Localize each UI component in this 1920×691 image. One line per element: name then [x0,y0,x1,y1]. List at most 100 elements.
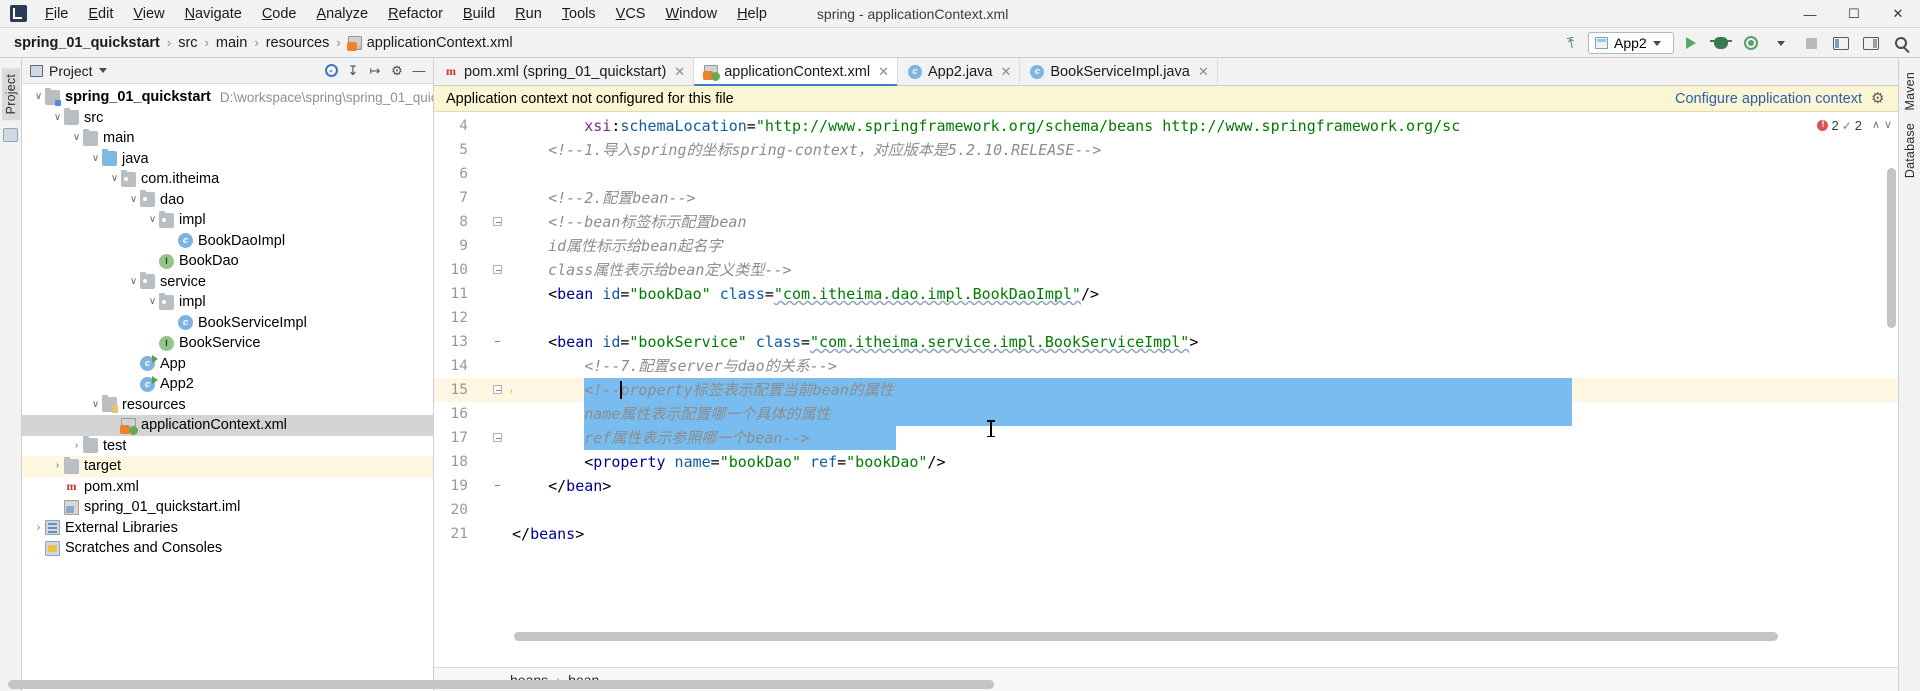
code-line[interactable]: <!--1.导入spring的坐标spring-context，对应版本是5.2… [512,138,1898,162]
chevron-down-icon[interactable]: ∨ [89,399,102,410]
layout-left-icon[interactable] [1828,31,1854,55]
run-button[interactable] [1678,31,1704,55]
tree-item-scratches-and-consoles[interactable]: Scratches and Consoles [22,538,433,559]
code-fold-icon[interactable] [493,481,502,490]
tree-item-main[interactable]: ∨ main [22,128,433,149]
expand-all-icon[interactable]: ↦ [365,61,385,81]
project-tree-hscrollbar[interactable] [8,680,1904,689]
menu-file[interactable]: File [35,3,78,25]
layout-right-icon[interactable] [1858,31,1884,55]
menu-window[interactable]: Window [655,3,727,25]
settings-gear-icon[interactable]: ⚙ [387,61,407,81]
code-line[interactable]: <!--7.配置server与dao的关系--> [512,354,1898,378]
code-fold-icon[interactable] [493,433,502,442]
chevron-right-icon[interactable]: › [51,461,64,471]
menu-tools[interactable]: Tools [552,3,606,25]
close-icon[interactable]: ✕ [1000,64,1011,80]
tree-item-bookdao[interactable]: I BookDao [22,251,433,272]
editor-gutter[interactable]: 456789101112131415●161718192021 [434,112,518,667]
collapse-all-icon[interactable]: ↧ [343,61,363,81]
code-editor[interactable]: 456789101112131415●161718192021 xsi:sche… [434,112,1898,667]
breadcrumb-item-applicationcontext-xml[interactable]: applicationContext.xml [346,35,513,51]
code-line[interactable]: <!--bean标签标示配置bean [512,210,1898,234]
menu-build[interactable]: Build [453,3,505,25]
chevron-down-icon[interactable] [98,68,107,73]
menu-vcs[interactable]: VCS [606,3,656,25]
gear-icon[interactable]: ⚙ [1871,91,1886,106]
close-button[interactable]: ✕ [1876,0,1920,28]
tool-tab-database[interactable]: Database [1901,117,1919,184]
menu-view[interactable]: View [123,3,174,25]
editor-tab-pom-xml[interactable]: m pom.xml (spring_01_quickstart) ✕ [434,58,695,85]
code-fold-icon[interactable] [493,385,502,394]
tree-item-dao[interactable]: ∨ dao [22,190,433,211]
close-icon[interactable]: ✕ [674,64,685,80]
code-line[interactable]: <bean id="bookDao" class="com.itheima.da… [512,282,1898,306]
code-fold-icon[interactable] [493,337,502,346]
editor-tab-app2-java[interactable]: c App2.java ✕ [897,58,1021,85]
code-line[interactable]: <property name="bookDao" ref="bookDao"/> [512,450,1898,474]
maximize-button[interactable]: ☐ [1832,0,1876,28]
tree-item-spring-01-quickstart[interactable]: ∨ spring_01_quickstart D:\workspace\spring… [22,87,433,108]
configure-application-context-link[interactable]: Configure application context [1675,91,1862,107]
minimize-button[interactable]: — [1788,0,1832,28]
code-line[interactable]: <!--property标签表示配置当前bean的属性 [512,378,1898,402]
tree-item-resources[interactable]: ∨ resources [22,395,433,416]
chevron-right-icon[interactable]: › [70,440,83,451]
tree-item-pom-xml[interactable]: m pom.xml [22,477,433,498]
menu-analyze[interactable]: Analyze [307,3,379,25]
chevron-down-icon[interactable]: ∨ [127,194,140,205]
chevron-down-icon[interactable]: ∨ [32,92,45,102]
breadcrumb-item-resources[interactable]: resources [266,35,330,51]
code-line[interactable] [512,306,1898,330]
tree-item-app2[interactable]: c App2 [22,374,433,395]
breadcrumb-item-src[interactable]: src [178,35,197,51]
tool-tab-maven[interactable]: Maven [1901,66,1919,117]
menu-code[interactable]: Code [252,3,307,25]
tree-item-impl[interactable]: ∨ impl [22,292,433,313]
tree-item-bookserviceimpl[interactable]: c BookServiceImpl [22,313,433,334]
stop-button[interactable] [1798,31,1824,55]
menu-refactor[interactable]: Refactor [378,3,453,25]
tree-item-java[interactable]: ∨ java [22,149,433,170]
chevron-down-icon[interactable]: ∨ [108,174,121,184]
editor-horizontal-scrollbar[interactable] [514,632,1778,641]
tree-item-service[interactable]: ∨ service [22,272,433,293]
code-line[interactable] [512,498,1898,522]
menu-run[interactable]: Run [505,3,552,25]
build-hammer-icon[interactable]: ⤒ [1558,31,1584,55]
next-highlight-icon[interactable]: ∨ [1884,118,1892,131]
search-everywhere-icon[interactable] [1888,31,1914,55]
tree-item-bookdaoimpl[interactable]: c BookDaoImpl [22,231,433,252]
tree-item-com-itheima[interactable]: ∨ com.itheima [22,169,433,190]
code-text[interactable]: xsi:schemaLocation="http://www.springfra… [512,112,1898,667]
chevron-down-icon[interactable]: ∨ [89,153,102,164]
code-line[interactable]: name属性表示配置哪一个具体的属性 [512,402,1898,426]
editor-tab-bookserviceimpl-java[interactable]: c BookServiceImpl.java ✕ [1020,58,1218,85]
chevron-down-icon[interactable]: ∨ [70,133,83,143]
code-line[interactable]: id属性标示给bean起名字 [512,234,1898,258]
structure-icon[interactable] [3,128,18,143]
editor-vertical-scrollbar[interactable] [1887,168,1896,328]
tree-item-target[interactable]: › target [22,456,433,477]
tool-tab-project[interactable]: Project [1,68,20,121]
chevron-right-icon[interactable]: › [32,522,45,533]
chevron-down-icon[interactable]: ∨ [146,297,159,307]
code-line[interactable] [512,162,1898,186]
tree-item-app[interactable]: c App [22,354,433,375]
inspection-status-badge[interactable]: 2 ✓ 2 [1817,118,1862,133]
code-line[interactable]: class属性表示给bean定义类型--> [512,258,1898,282]
code-line[interactable]: ref属性表示参照哪一个bean--> [512,426,1898,450]
hide-panel-icon[interactable]: — [409,61,429,81]
prev-highlight-icon[interactable]: ∧ [1872,118,1880,131]
code-line[interactable]: </beans> [512,522,1898,546]
code-line[interactable]: <!--2.配置bean--> [512,186,1898,210]
tree-item-src[interactable]: ∨ src [22,108,433,129]
chevron-down-icon[interactable]: ∨ [146,215,159,225]
tree-item-test[interactable]: › test [22,436,433,457]
run-configuration-selector[interactable]: App2 [1588,32,1674,54]
breadcrumb-item-spring-01-quickstart[interactable]: spring_01_quickstart [14,35,160,51]
tree-item-spring-01-quickstart-iml[interactable]: spring_01_quickstart.iml [22,497,433,518]
editor-tab-applicationcontext-xml[interactable]: applicationContext.xml ✕ [694,58,898,86]
chevron-down-icon[interactable]: ∨ [51,112,64,123]
